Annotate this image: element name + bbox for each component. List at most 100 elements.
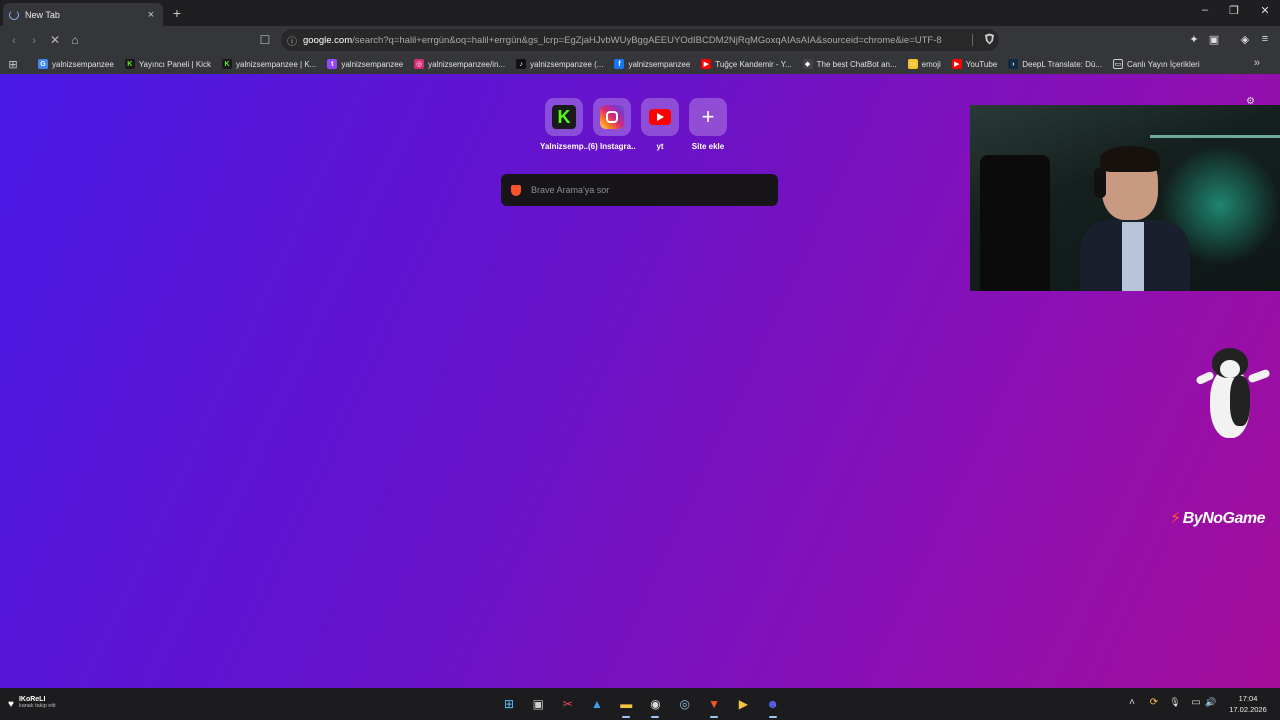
url-host: google.com bbox=[303, 34, 353, 46]
stop-button[interactable]: ✕ bbox=[48, 32, 62, 48]
home-button[interactable]: ⌂ bbox=[68, 32, 82, 48]
bookmark-label: Yayıncı Paneli | Kick bbox=[138, 59, 211, 69]
obs-icon[interactable]: ◉ bbox=[644, 693, 666, 718]
back-button[interactable]: ‹ bbox=[7, 32, 21, 48]
window-close-button[interactable]: ✕ bbox=[1258, 4, 1272, 17]
shortcut-label: Yalnizsemp... bbox=[540, 142, 588, 151]
more-bookmarks-icon[interactable]: » bbox=[1254, 57, 1260, 69]
extensions-icon[interactable]: ✦ bbox=[1187, 33, 1201, 46]
facebook-icon: f bbox=[614, 59, 625, 69]
bookmark-label: yalnizsempanzee | K... bbox=[236, 59, 317, 69]
restore-button[interactable]: ❐ bbox=[1227, 4, 1241, 17]
brave-shield-icon[interactable] bbox=[979, 33, 999, 48]
shortcut-tiles: K Yalnizsemp... (6) Instagra... yt + Sit… bbox=[540, 98, 732, 151]
google-icon: G bbox=[38, 59, 48, 69]
bookmark-item[interactable]: K Yayıncı Paneli | Kick bbox=[124, 59, 211, 69]
bynogame-logo: ⚡ ByNoGame bbox=[1170, 508, 1265, 528]
cat-face bbox=[1220, 360, 1240, 378]
browser-toolbar: ‹ › ✕ ⌂ ☐ ⓘ google.com/search?q=halil+er… bbox=[0, 26, 1280, 54]
media-player-icon[interactable]: ▶ bbox=[732, 693, 754, 715]
bookmark-item[interactable]: ▭ Canlı Yayın İçerikleri bbox=[1112, 59, 1200, 69]
brave-lion-icon bbox=[511, 184, 521, 196]
shelf bbox=[1150, 135, 1280, 138]
bookmark-item[interactable]: ☺ emoji bbox=[907, 59, 941, 69]
folder-icon: ▭ bbox=[1112, 59, 1123, 69]
bookmark-item[interactable]: › DeepL Translate: Dü... bbox=[1008, 59, 1102, 69]
bookmark-item[interactable]: Kyalnizsempanzee | K... bbox=[222, 59, 316, 69]
follow-text: kanalı takip etti bbox=[18, 703, 56, 709]
brave-icon[interactable]: ▼ bbox=[703, 693, 725, 718]
site-info-icon[interactable]: ⓘ bbox=[281, 33, 303, 48]
bookmark-item[interactable]: ◎ yalnizsempanzee/in... bbox=[414, 59, 505, 69]
chatbot-icon: ◆ bbox=[802, 59, 813, 69]
clock-date: 17.02.2026 bbox=[1229, 705, 1267, 714]
steam-icon[interactable]: ◎ bbox=[674, 693, 696, 715]
plus-icon: + bbox=[701, 104, 715, 129]
brave-search-box[interactable]: Brave Arama'ya sor bbox=[501, 174, 778, 206]
instagram-icon bbox=[600, 105, 624, 129]
gaming-chair bbox=[980, 155, 1050, 291]
new-tab-button[interactable]: + bbox=[170, 5, 184, 21]
sidebar-icon[interactable]: ▣ bbox=[1207, 33, 1221, 46]
loading-spinner-icon bbox=[9, 9, 19, 20]
monitor-icon[interactable]: ▭ bbox=[1189, 697, 1203, 708]
bookmark-label: yalnizsempanzee bbox=[52, 59, 114, 69]
bookmark-label: yalnizsempanzee (... bbox=[530, 59, 604, 69]
bookmark-item[interactable]: t yalnizsempanzee bbox=[327, 59, 403, 69]
apps-grid-icon[interactable]: ⊞ bbox=[0, 58, 26, 71]
forward-button[interactable]: › bbox=[27, 32, 41, 48]
tab-close-icon[interactable]: × bbox=[145, 9, 157, 21]
minimize-button[interactable]: – bbox=[1198, 4, 1212, 16]
bookmark-item[interactable]: ▶ YouTube bbox=[951, 59, 997, 69]
shortcut-tile[interactable]: K bbox=[545, 98, 583, 136]
address-url[interactable]: google.com/search?q=halil+errgün&oq=hali… bbox=[303, 35, 966, 46]
flame-icon: ⚡ bbox=[1170, 510, 1181, 527]
hair bbox=[1100, 146, 1160, 172]
bookmark-label: emoji bbox=[921, 59, 941, 69]
discord-icon[interactable]: ☻ bbox=[762, 693, 784, 718]
tiktok-icon: ♪ bbox=[516, 59, 527, 69]
shortcut-instagram[interactable]: (6) Instagra... bbox=[588, 98, 636, 151]
bookmark-item[interactable]: Gyalnizsempanzee bbox=[38, 59, 114, 69]
shortcut-tile[interactable] bbox=[593, 98, 631, 136]
bookmark-item[interactable]: ▶ Tuğçe Kandemir - Y... bbox=[701, 59, 792, 69]
shortcut-label: Site ekle bbox=[691, 142, 725, 151]
bookmark-item[interactable]: ◆ The best ChatBot an... bbox=[802, 59, 897, 69]
sync-icon[interactable]: ⟳ bbox=[1147, 697, 1161, 708]
file-explorer-icon[interactable]: ▬ bbox=[615, 693, 637, 718]
tray-chevron-icon[interactable]: ˄ bbox=[1125, 697, 1139, 708]
deepl-icon: › bbox=[1008, 59, 1019, 69]
address-separator bbox=[972, 34, 973, 46]
shortcut-youtube[interactable]: yt bbox=[636, 98, 684, 151]
shortcut-label: (6) Instagra... bbox=[588, 142, 636, 151]
vpn-icon[interactable]: ◈ bbox=[1238, 33, 1252, 46]
snipping-tool-icon[interactable]: ✂ bbox=[557, 693, 579, 715]
task-view-icon[interactable]: ▣ bbox=[527, 693, 549, 715]
follower-name: IKoReLI bbox=[18, 696, 46, 703]
start-icon[interactable]: ⊞ bbox=[498, 693, 520, 715]
bookmark-label: DeepL Translate: Dü... bbox=[1022, 59, 1102, 69]
bookmark-item[interactable]: ♪ yalnizsempanzee (... bbox=[516, 59, 603, 69]
cat-back-patch bbox=[1230, 376, 1250, 426]
menu-icon[interactable]: ≡ bbox=[1258, 33, 1272, 45]
emoji-icon: ☺ bbox=[907, 59, 918, 69]
photos-icon[interactable]: ▲ bbox=[586, 693, 608, 715]
follow-notification: ♥ IKoReLI kanalı takip etti bbox=[8, 696, 56, 710]
address-bar[interactable]: ⓘ google.com/search?q=halil+errgün&oq=ha… bbox=[281, 29, 999, 51]
shortcut-tile[interactable]: + bbox=[689, 98, 727, 136]
shortcut-tile[interactable] bbox=[641, 98, 679, 136]
tab-new-tab[interactable]: New Tab × bbox=[3, 3, 163, 26]
bookmark-label: The best ChatBot an... bbox=[816, 59, 897, 69]
volume-icon[interactable]: 🔊 bbox=[1204, 697, 1218, 708]
microphone-icon[interactable]: 🎙 bbox=[1168, 697, 1182, 708]
clock-time: 17:04 bbox=[1238, 694, 1258, 703]
brand-text: ByNoGame bbox=[1182, 510, 1266, 527]
system-clock[interactable]: 17:04 17.02.2026 bbox=[1226, 693, 1270, 715]
shortcut-add-site[interactable]: + Site ekle bbox=[684, 98, 732, 151]
bookmark-page-icon[interactable]: ☐ bbox=[258, 32, 272, 48]
bookmark-list: Gyalnizsempanzee K Yayıncı Paneli | Kick Ky… bbox=[26, 59, 1211, 69]
bookmark-item[interactable]: f yalnizsempanzee bbox=[614, 59, 690, 69]
windows-taskbar: ♥ IKoReLI kanalı takip etti ⊞ ▣ ✂ ▲ ▬ ◉ ◎ ▼ ▶ ☻ ˄… bbox=[0, 688, 1280, 720]
bookmarks-bar: ⊞ Gyalnizsempanzee K Yayıncı Paneli | Kick… bbox=[0, 54, 1280, 74]
shortcut-kick[interactable]: K Yalnizsemp... bbox=[540, 98, 588, 151]
